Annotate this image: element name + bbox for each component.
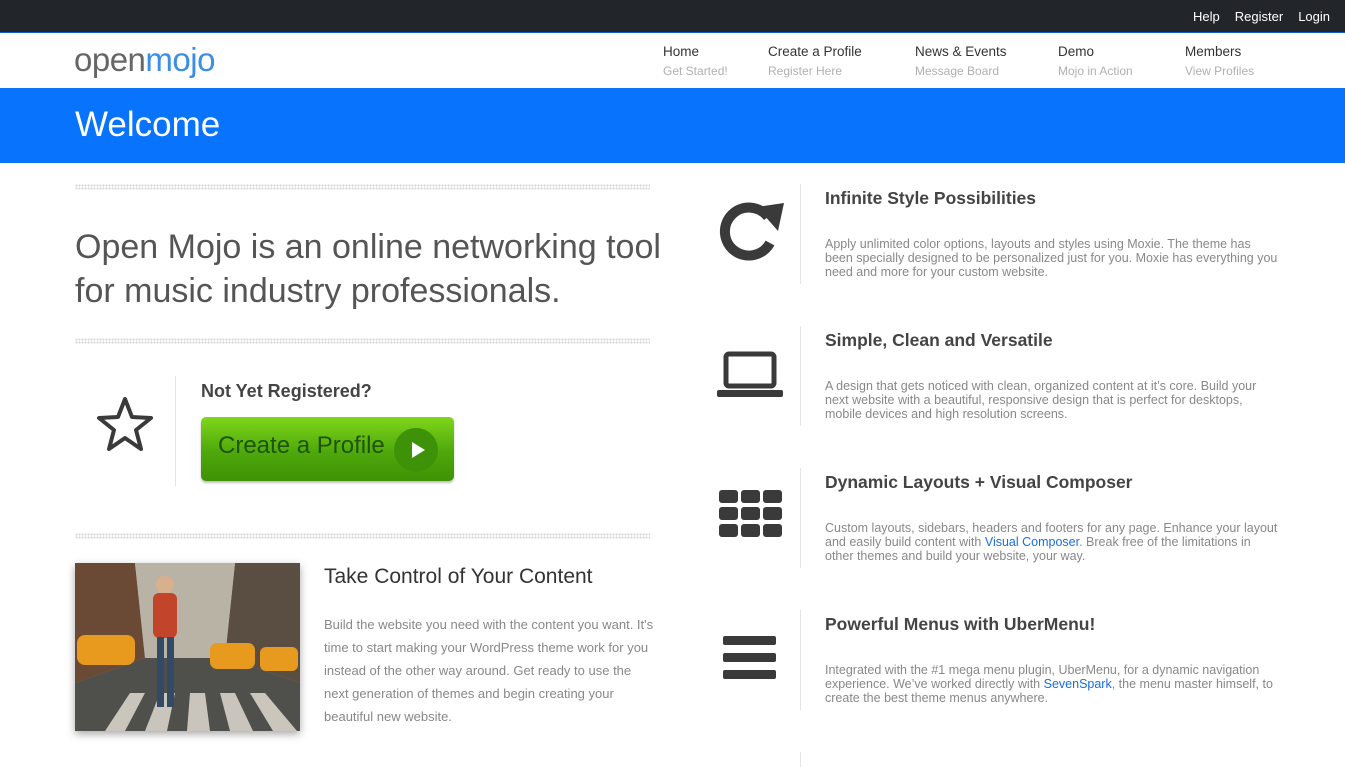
top-links: Help Register Login — [1193, 0, 1345, 32]
sevenspark-link[interactable]: SevenSpark — [1044, 677, 1112, 691]
create-profile-label: Create a Profile — [218, 432, 385, 459]
site-logo[interactable]: openmojo — [74, 41, 215, 79]
feature-body: Apply unlimited color options, layouts a… — [825, 237, 1278, 279]
play-icon — [394, 428, 438, 472]
divider — [800, 752, 801, 767]
create-profile-button[interactable]: Create a Profile — [201, 417, 454, 481]
refresh-icon — [712, 193, 788, 269]
feature-body: Integrated with the #1 mega menu plugin,… — [825, 663, 1273, 705]
nav-title: Members — [1185, 44, 1242, 59]
content-body: Build the website you need with the cont… — [324, 617, 654, 724]
nav-title: Create a Profile — [768, 44, 862, 59]
divider — [800, 610, 801, 710]
street-photo — [75, 563, 300, 731]
content-heading: Take Control of Your Content — [324, 565, 593, 588]
login-link[interactable]: Login — [1298, 9, 1330, 24]
divider — [75, 184, 650, 190]
nav-subtitle: View Profiles — [1185, 64, 1255, 78]
nav-item-news-events[interactable]: News & Events Message Board — [915, 44, 1065, 78]
divider — [175, 376, 176, 486]
feature-body: A design that gets noticed with clean, o… — [825, 379, 1257, 421]
register-link[interactable]: Register — [1235, 9, 1283, 24]
register-heading: Not Yet Registered? — [201, 381, 372, 401]
feature-title: Powerful Menus with UberMenu! — [825, 614, 1096, 634]
nav-title: News & Events — [915, 44, 1007, 59]
laptop-icon — [712, 338, 788, 414]
grid-icon — [712, 478, 788, 554]
divider — [75, 533, 650, 539]
nav-item-create-profile[interactable]: Create a Profile Register Here — [768, 44, 918, 78]
nav-subtitle: Register Here — [768, 64, 843, 78]
divider — [800, 184, 801, 284]
site-header: openmojo Home Get Started! Create a Prof… — [0, 33, 1345, 88]
visual-composer-link[interactable]: Visual Composer — [985, 535, 1079, 549]
top-bar: Help Register Login — [0, 0, 1345, 33]
page-title: Welcome — [75, 105, 221, 144]
nav-item-members[interactable]: Members View Profiles — [1185, 44, 1335, 78]
intro-text: Open Mojo is an online networking tool f… — [75, 228, 661, 310]
feature-body: Custom layouts, sidebars, headers and fo… — [825, 521, 1278, 563]
feature-title: Infinite Style Possibilities — [825, 188, 1037, 208]
help-link[interactable]: Help — [1193, 9, 1220, 24]
welcome-banner: Welcome — [0, 88, 1345, 163]
divider — [75, 338, 650, 344]
nav-subtitle: Message Board — [915, 64, 1000, 78]
feature-title: Simple, Clean and Versatile — [825, 330, 1053, 350]
feature-title: Dynamic Layouts + Visual Composer — [825, 472, 1133, 492]
divider — [800, 468, 801, 568]
divider — [800, 326, 801, 426]
menu-icon — [712, 620, 788, 696]
star-icon — [95, 395, 155, 455]
